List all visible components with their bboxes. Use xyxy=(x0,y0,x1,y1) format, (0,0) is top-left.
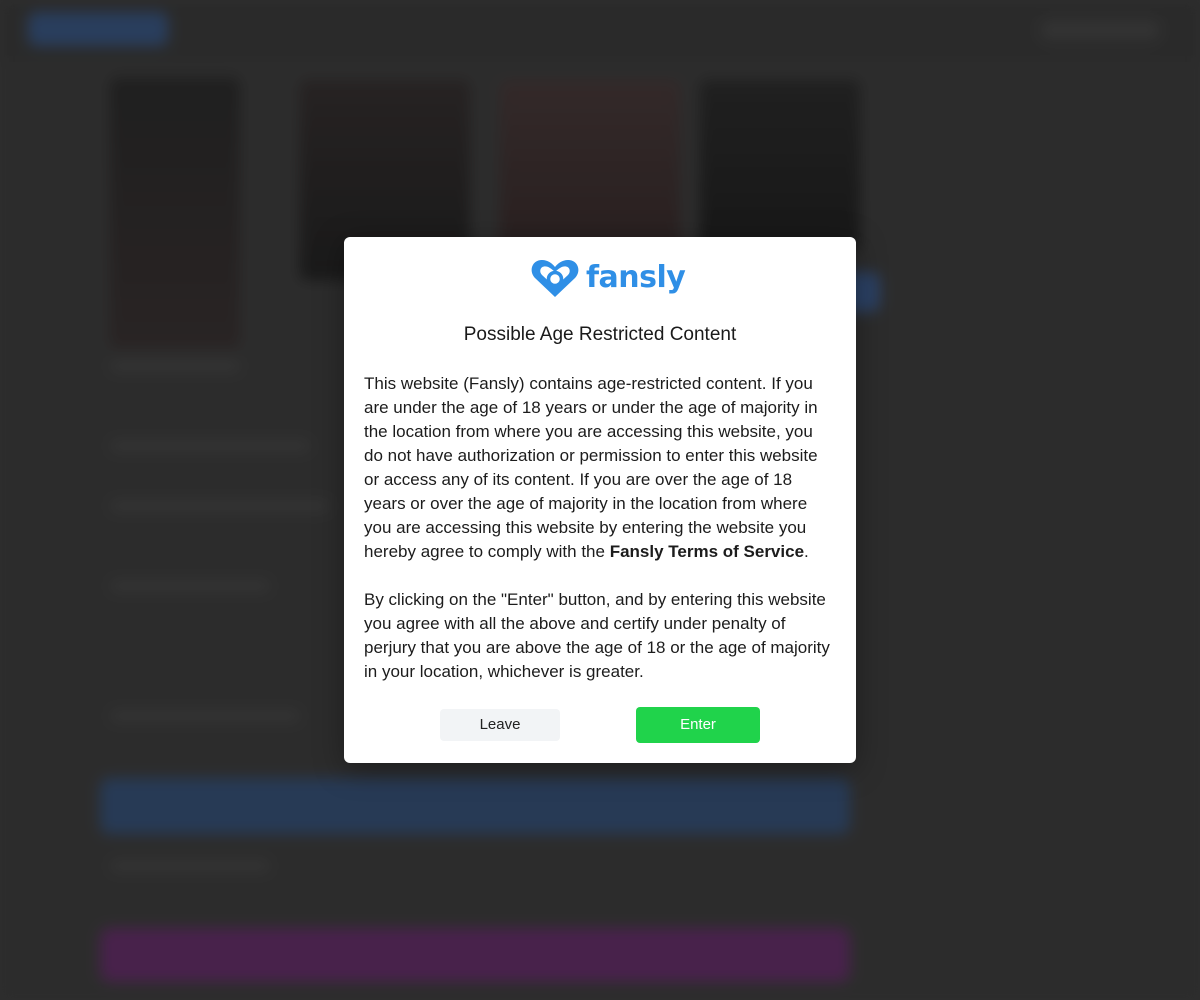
leave-button[interactable]: Leave xyxy=(440,709,560,741)
fansly-wordmark: fansly xyxy=(586,260,686,295)
fansly-logo: fansly xyxy=(530,257,686,299)
fansly-heart-icon xyxy=(531,259,579,297)
consent-paragraph: By clicking on the "Enter" button, and b… xyxy=(364,590,830,681)
terms-of-service-link[interactable]: Fansly Terms of Service xyxy=(610,542,804,561)
age-warning-text: This website (Fansly) contains age-restr… xyxy=(364,374,818,561)
age-warning-paragraph: This website (Fansly) contains age-restr… xyxy=(364,372,836,564)
modal-title: Possible Age Restricted Content xyxy=(463,324,737,345)
age-warning-end: . xyxy=(804,542,809,561)
age-verification-modal: fansly Possible Age Restricted Content T… xyxy=(344,237,856,763)
modal-body: This website (Fansly) contains age-restr… xyxy=(364,372,836,708)
enter-button[interactable]: Enter xyxy=(636,707,760,743)
